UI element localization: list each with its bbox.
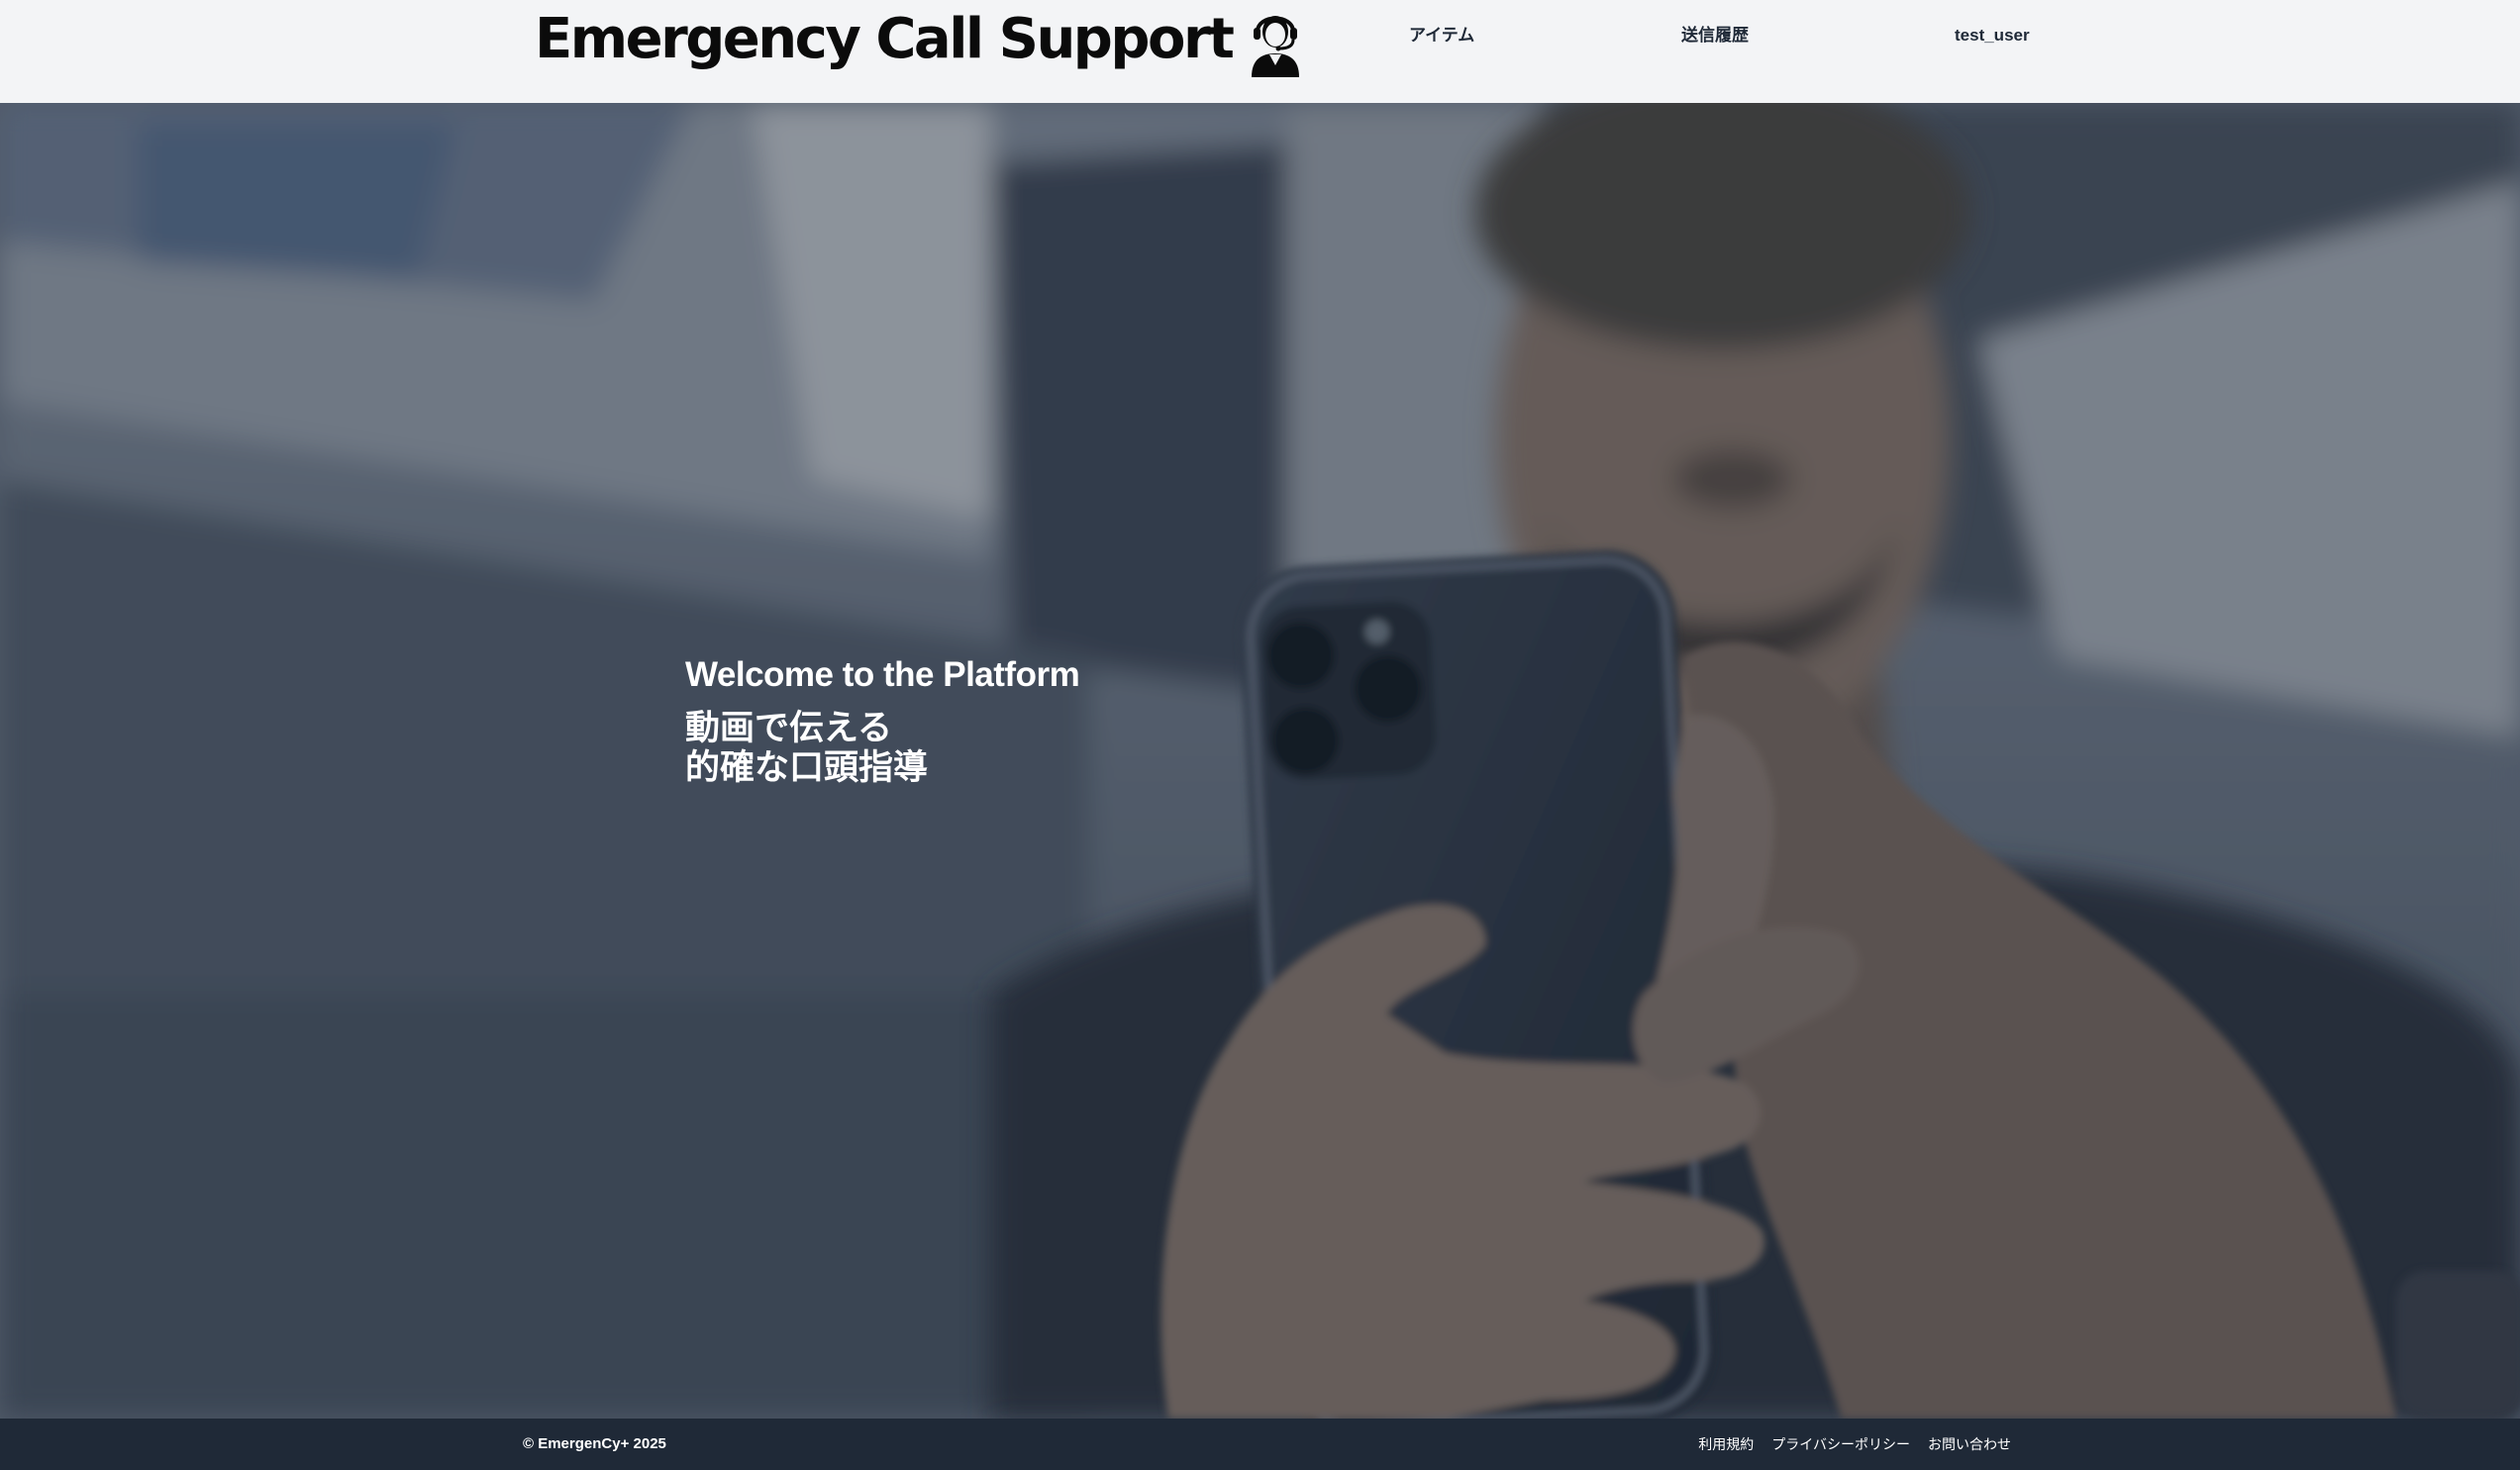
hero-title: Welcome to the Platform: [685, 655, 1080, 694]
footer-contact-link[interactable]: お問い合わせ: [1928, 1435, 2011, 1453]
hero-section: Welcome to the Platform 動画で伝える 的確な口頭指導: [0, 103, 2520, 1419]
site-footer: © EmergenCy+ 2025 利用規約 プライバシーポリシー お問い合わせ: [0, 1419, 2520, 1470]
brand-title: Emergency Call Support: [535, 7, 1235, 71]
nav-history-link[interactable]: 送信履歴: [1681, 26, 1749, 46]
hero-subtitle-line1: 動画で伝える: [685, 709, 892, 747]
hero-subtitle: 動画で伝える 的確な口頭指導: [685, 709, 1378, 788]
footer-privacy-link[interactable]: プライバシーポリシー: [1771, 1435, 1910, 1453]
footer-links: 利用規約 プライバシーポリシー お問い合わせ: [1698, 1435, 2011, 1453]
footer-terms-link[interactable]: 利用規約: [1698, 1435, 1754, 1453]
hero-subtitle-line2: 的確な口頭指導: [685, 748, 929, 787]
nav-user-link[interactable]: test_user: [1955, 26, 2030, 46]
operator-headset-icon: [1252, 16, 1300, 77]
copyright-text: © EmergenCy+ 2025: [523, 1435, 666, 1452]
site-header: Emergency Call Support アイテム 送信履歴 test_us…: [0, 0, 2520, 103]
nav-items-link[interactable]: アイテム: [1409, 26, 1474, 46]
brand-home-link[interactable]: Emergency Call Support: [535, 0, 1305, 79]
